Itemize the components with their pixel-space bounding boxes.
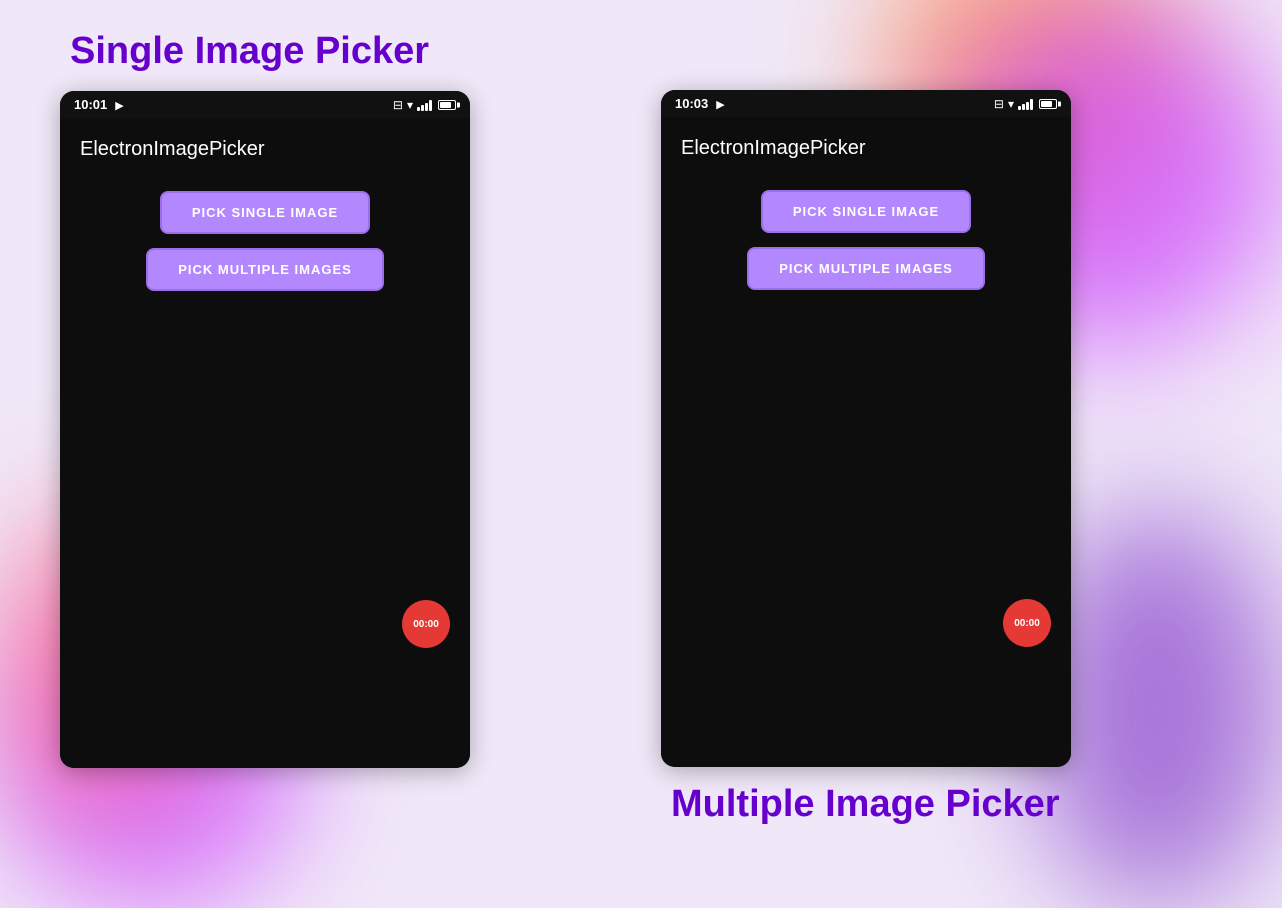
page-content: Single Image Picker 10:01 ⊟ ▾ [0,0,1282,908]
right-status-time: 10:03 [675,96,708,111]
left-battery-icon [438,100,456,110]
right-app-bottom [681,290,1051,590]
right-status-bar: 10:03 ⊟ ▾ [661,90,1071,117]
left-column: Single Image Picker 10:01 ⊟ ▾ [60,30,621,768]
left-cast-icon: ⊟ [393,98,403,112]
right-signal-icon [1018,98,1033,110]
right-video-icon [716,96,724,111]
left-wifi-icon: ▾ [407,98,413,112]
left-status-right: ⊟ ▾ [393,98,456,112]
left-pick-multiple-button[interactable]: PICK MULTIPLE IMAGES [146,248,384,291]
right-phone-mockup: 10:03 ⊟ ▾ [661,90,1071,767]
right-cast-icon: ⊟ [994,97,1004,111]
left-status-time: 10:01 [74,97,107,112]
right-status-left: 10:03 [675,96,725,111]
left-record-time: 00:00 [413,619,439,630]
left-status-left: 10:01 [74,97,124,112]
right-wifi-icon: ▾ [1008,97,1014,111]
left-signal-icon [417,99,432,111]
left-video-icon [115,97,123,112]
left-section-title: Single Image Picker [70,30,429,73]
right-record-badge: 00:00 [1003,599,1051,647]
left-buttons-area: PICK SINGLE IMAGE PICK MULTIPLE IMAGES [80,191,450,291]
right-buttons-area: PICK SINGLE IMAGE PICK MULTIPLE IMAGES [681,190,1051,290]
left-app-bottom [80,291,450,591]
right-app-content: ElectronImagePicker PICK SINGLE IMAGE PI… [661,117,1071,767]
right-pick-single-button[interactable]: PICK SINGLE IMAGE [761,190,971,233]
left-pick-single-button[interactable]: PICK SINGLE IMAGE [160,191,370,234]
left-record-badge: 00:00 [402,600,450,648]
right-record-time: 00:00 [1014,618,1040,629]
left-app-title: ElectronImagePicker [80,138,450,161]
right-status-right: ⊟ ▾ [994,97,1057,111]
left-phone-mockup: 10:01 ⊟ ▾ [60,91,470,768]
right-pick-multiple-button[interactable]: PICK MULTIPLE IMAGES [747,247,985,290]
left-app-content: ElectronImagePicker PICK SINGLE IMAGE PI… [60,118,470,768]
right-battery-icon [1039,99,1057,109]
left-status-bar: 10:01 ⊟ ▾ [60,91,470,118]
right-section-title: Multiple Image Picker [671,783,1060,826]
right-app-title: ElectronImagePicker [681,137,1051,160]
right-column: 10:03 ⊟ ▾ [661,90,1222,826]
